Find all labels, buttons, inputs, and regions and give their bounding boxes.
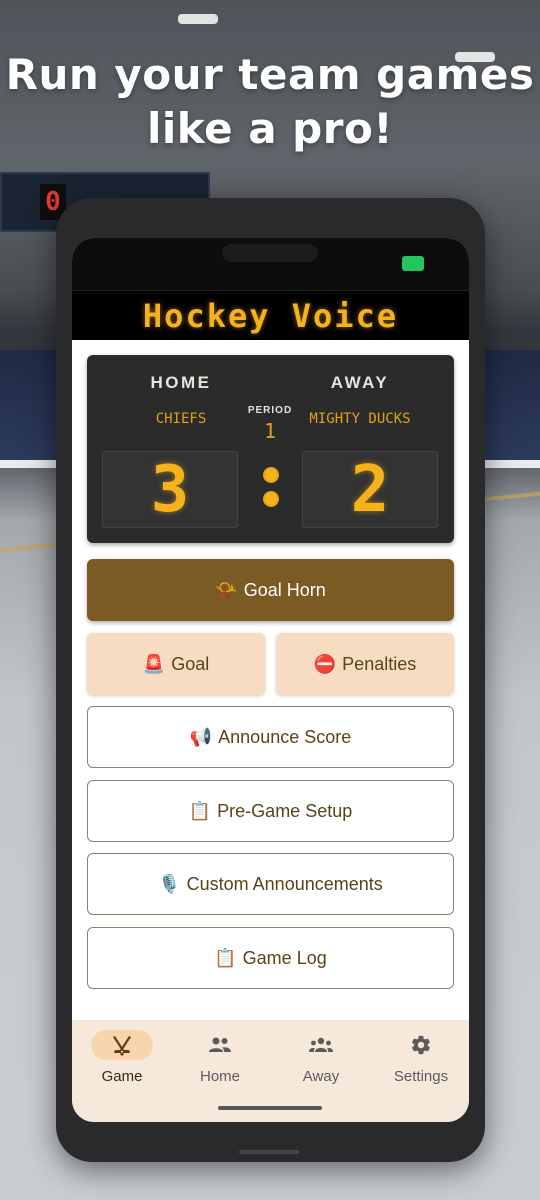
app-header: Hockey Voice [72, 290, 469, 340]
nav-label-settings: Settings [393, 1068, 449, 1085]
home-label: HOME [150, 373, 212, 392]
headline-line-1: Run your team games [5, 50, 535, 99]
nav-item-away[interactable]: Away [273, 1030, 369, 1092]
people-icon [209, 1037, 231, 1052]
nav-active-indicator [91, 1030, 153, 1060]
score-separator [259, 463, 283, 513]
announce-score-button[interactable]: 📢 Announce Score [87, 706, 454, 768]
promo-headline: Run your team games like a pro! [0, 48, 540, 156]
phone-screen: Hockey Voice HOME AWAY CHIEFS MIGHTY DUC… [72, 238, 469, 1122]
phone-frame: Hockey Voice HOME AWAY CHIEFS MIGHTY DUC… [56, 198, 485, 1162]
nav-item-home[interactable]: Home [172, 1030, 268, 1092]
away-label: AWAY [330, 373, 390, 392]
goal-horn-button[interactable]: 📯 Goal Horn [87, 559, 454, 621]
megaphone-icon: 📢 [189, 726, 213, 748]
clipboard-icon: 📋 [188, 800, 212, 822]
horn-icon: 📯 [215, 579, 238, 601]
hockey-sticks-icon [113, 1036, 131, 1056]
nav-label-home: Home [199, 1068, 240, 1085]
status-bar [72, 238, 469, 290]
away-score-box[interactable]: 2 [302, 451, 438, 528]
nav-label-away: Away [302, 1068, 340, 1085]
phone-speaker [239, 1150, 299, 1154]
goal-label: Goal [171, 653, 210, 674]
goal-horn-label: Goal Horn [243, 579, 326, 600]
nav-item-game[interactable]: Game [74, 1030, 170, 1092]
camera-notch [222, 244, 318, 262]
goal-button[interactable]: 🚨 Goal [87, 633, 265, 695]
nav-item-settings[interactable]: Settings [373, 1030, 469, 1092]
gear-icon [412, 1035, 430, 1055]
game-log-button[interactable]: 📋 Game Log [87, 927, 454, 989]
pre-game-setup-button[interactable]: 📋 Pre-Game Setup [87, 780, 454, 842]
nav-label-game: Game [101, 1068, 143, 1085]
away-score: 2 [350, 452, 390, 527]
penalties-label: Penalties [342, 653, 417, 674]
custom-announcements-label: Custom Announcements [186, 873, 383, 894]
app-title: Hockey Voice [142, 296, 399, 335]
headline-line-2: like a pro! [147, 104, 393, 153]
clipboard-icon: 📋 [214, 947, 237, 969]
siren-icon: 🚨 [142, 653, 166, 675]
scoreboard-card: HOME AWAY CHIEFS MIGHTY DUCKS PERIOD 1 3… [87, 355, 454, 543]
announce-score-label: Announce Score [218, 726, 352, 747]
pre-game-setup-label: Pre-Game Setup [217, 800, 353, 821]
bottom-navigation: Game Home Away Settings [72, 1020, 469, 1122]
penalties-button[interactable]: ⛔ Penalties [276, 633, 454, 695]
period-value: 1 [263, 419, 277, 443]
game-log-label: Game Log [242, 947, 327, 968]
gesture-bar [218, 1106, 322, 1110]
microphone-icon: 🎙️ [158, 873, 181, 895]
home-score: 3 [150, 452, 190, 527]
group-icon [309, 1037, 333, 1052]
custom-announcements-button[interactable]: 🎙️ Custom Announcements [87, 853, 454, 915]
away-team-name: MIGHTY DUCKS [309, 411, 411, 427]
home-score-box[interactable]: 3 [102, 451, 238, 528]
period-label: PERIOD [247, 405, 293, 416]
no-entry-icon: ⛔ [313, 653, 337, 675]
battery-icon [402, 256, 424, 271]
